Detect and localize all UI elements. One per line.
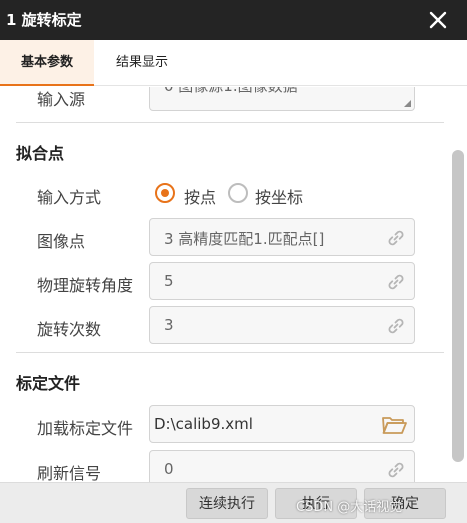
continuous-run-button[interactable]: 连续执行 <box>186 488 268 519</box>
folder-open-icon[interactable] <box>381 414 407 436</box>
active-tab-indicator <box>0 84 94 86</box>
link-icon[interactable] <box>386 460 406 480</box>
close-button[interactable] <box>424 6 452 34</box>
link-icon[interactable] <box>386 228 406 248</box>
refresh-signal-label: 刷新信号 <box>37 464 102 482</box>
load-calib-file-label: 加载标定文件 <box>37 419 134 438</box>
tab-basic-params-label: 基本参数 <box>20 55 73 70</box>
physical-angle-label: 物理旋转角度 <box>37 276 134 295</box>
settings-panel: 输入源 0 图像源1.图像数据 拟合点 输入方式 按点 按坐标 图像点 3 高精… <box>0 87 467 482</box>
tab-result-display-label: 结果显示 <box>115 55 168 70</box>
confirm-button[interactable]: 确定 <box>364 488 446 519</box>
image-points-label: 图像点 <box>37 232 86 251</box>
refresh-signal-field[interactable]: 0 <box>149 450 415 482</box>
rotation-count-value: 3 <box>164 316 174 334</box>
run-button[interactable]: 执行 <box>275 488 357 519</box>
load-calib-file-field[interactable]: D:\calib9.xml <box>149 405 415 443</box>
tab-result-display[interactable]: 结果显示 <box>94 40 190 86</box>
footer-bar: 连续执行 执行 确定 <box>0 482 467 523</box>
image-points-field[interactable]: 3 高精度匹配1.匹配点[] <box>149 218 415 256</box>
tab-bar: 基本参数 结果显示 <box>0 40 467 86</box>
radio-by-point-label: 按点 <box>184 188 217 207</box>
radio-by-point[interactable] <box>155 183 175 203</box>
rotation-count-label: 旋转次数 <box>37 320 102 339</box>
section-divider <box>16 352 444 353</box>
close-icon <box>429 11 447 29</box>
section-divider <box>16 122 444 123</box>
section-title-calib-file: 标定文件 <box>16 374 81 393</box>
section-title-fit-points: 拟合点 <box>16 144 65 163</box>
load-calib-file-value: D:\calib9.xml <box>154 415 253 433</box>
input-mode-label: 输入方式 <box>37 188 102 207</box>
physical-angle-value: 5 <box>164 272 174 290</box>
link-icon[interactable] <box>386 272 406 292</box>
window-title: 1 旋转标定 <box>6 11 82 29</box>
scrollbar-thumb[interactable] <box>452 150 464 462</box>
link-icon[interactable] <box>386 316 406 336</box>
tab-basic-params[interactable]: 基本参数 <box>0 40 94 86</box>
input-source-dropdown[interactable]: 0 图像源1.图像数据 <box>149 87 415 111</box>
image-points-value: 3 高精度匹配1.匹配点[] <box>164 230 325 248</box>
refresh-signal-value: 0 <box>164 460 174 478</box>
title-bar: 1 旋转标定 <box>0 0 467 40</box>
rotation-count-field[interactable]: 3 <box>149 306 415 344</box>
input-source-label: 输入源 <box>37 90 86 109</box>
radio-by-coordinate[interactable] <box>228 183 248 203</box>
physical-angle-field[interactable]: 5 <box>149 262 415 300</box>
radio-by-coordinate-label: 按坐标 <box>255 188 304 207</box>
dropdown-corner-icon <box>404 100 411 107</box>
input-source-value: 0 图像源1.图像数据 <box>164 87 298 96</box>
